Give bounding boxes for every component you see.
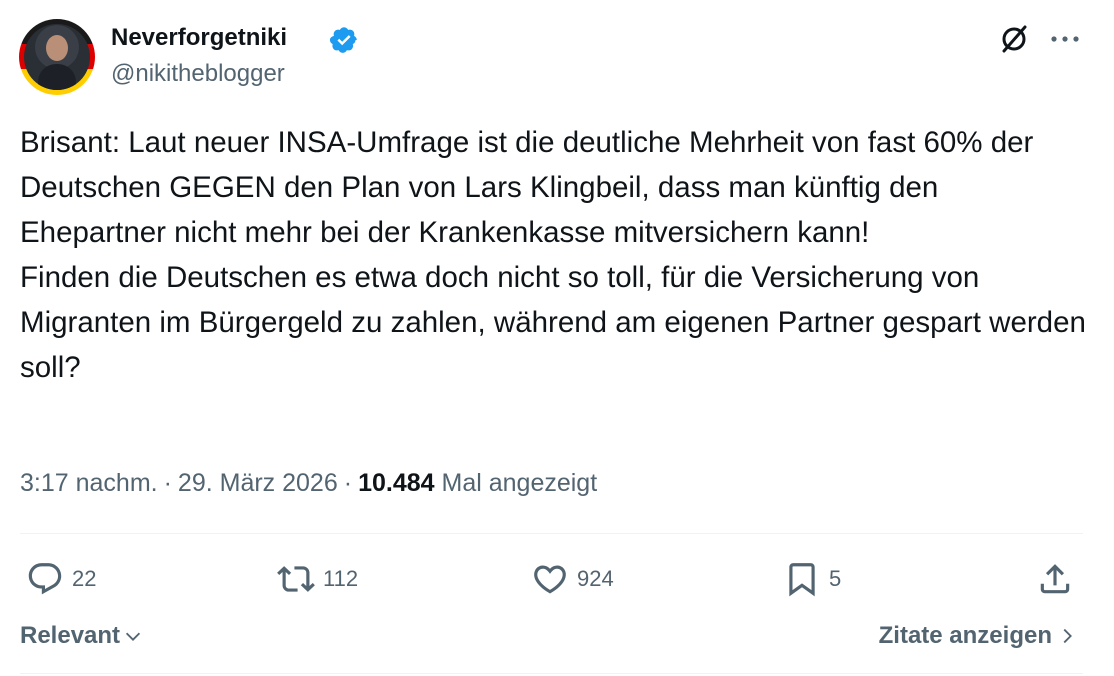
bookmark-icon [789,563,815,597]
divider [20,533,1083,534]
avatar[interactable] [19,19,95,95]
author-display-name[interactable]: Neverforgetniki [111,22,287,54]
bookmark-button[interactable]: 5 [783,558,841,600]
chevron-right-icon [1063,628,1072,644]
like-icon [534,565,566,594]
meta-separator: · [163,469,172,497]
sort-label: Relevant [20,622,121,649]
tweet-time[interactable]: 3:17 nachm. [20,469,158,497]
repost-count: 112 [323,566,359,591]
views-count: 10.484 [358,469,435,497]
reply-icon [28,563,62,595]
divider [20,673,1083,674]
retweet-icon [277,566,315,592]
bookmark-count: 5 [829,566,842,591]
author-handle[interactable]: @nikitheblogger [111,58,285,90]
chevron-down-icon [125,632,141,641]
grok-icon[interactable] [997,22,1031,56]
views-label: Mal angezeigt [441,469,598,497]
tweet-paragraph: Finden die Deutschen es etwa doch nicht … [20,261,1086,384]
share-icon [1040,564,1070,594]
like-button[interactable]: 924 [531,558,614,600]
repost-button[interactable]: 112 [277,558,358,600]
tweet-meta: 3:17 nachm. · 29. März 2026 · 10.484 Mal ang… [20,465,597,501]
tweet-paragraph: Brisant: Laut neuer INSA-Umfrage ist die… [20,126,1034,249]
meta-separator: · [343,469,353,497]
share-button[interactable] [1036,558,1074,600]
reply-count: 22 [72,566,97,591]
view-quotes-link[interactable]: Zitate anzeigen [879,622,1078,650]
quotes-label: Zitate anzeigen [878,622,1052,649]
avatar-photo [24,24,90,90]
verified-badge-icon [329,27,357,53]
more-icon[interactable] [1048,24,1082,54]
reply-button[interactable]: 22 [26,558,96,600]
like-count: 924 [577,566,614,591]
sort-dropdown[interactable]: Relevant [20,622,144,650]
tweet-text: Brisant: Laut neuer INSA-Umfrage ist die… [20,120,1090,390]
tweet-date[interactable]: 29. März 2026 [178,469,338,497]
tweet-detail: Neverforgetniki @nikitheblogger Brisant:… [0,0,1114,676]
